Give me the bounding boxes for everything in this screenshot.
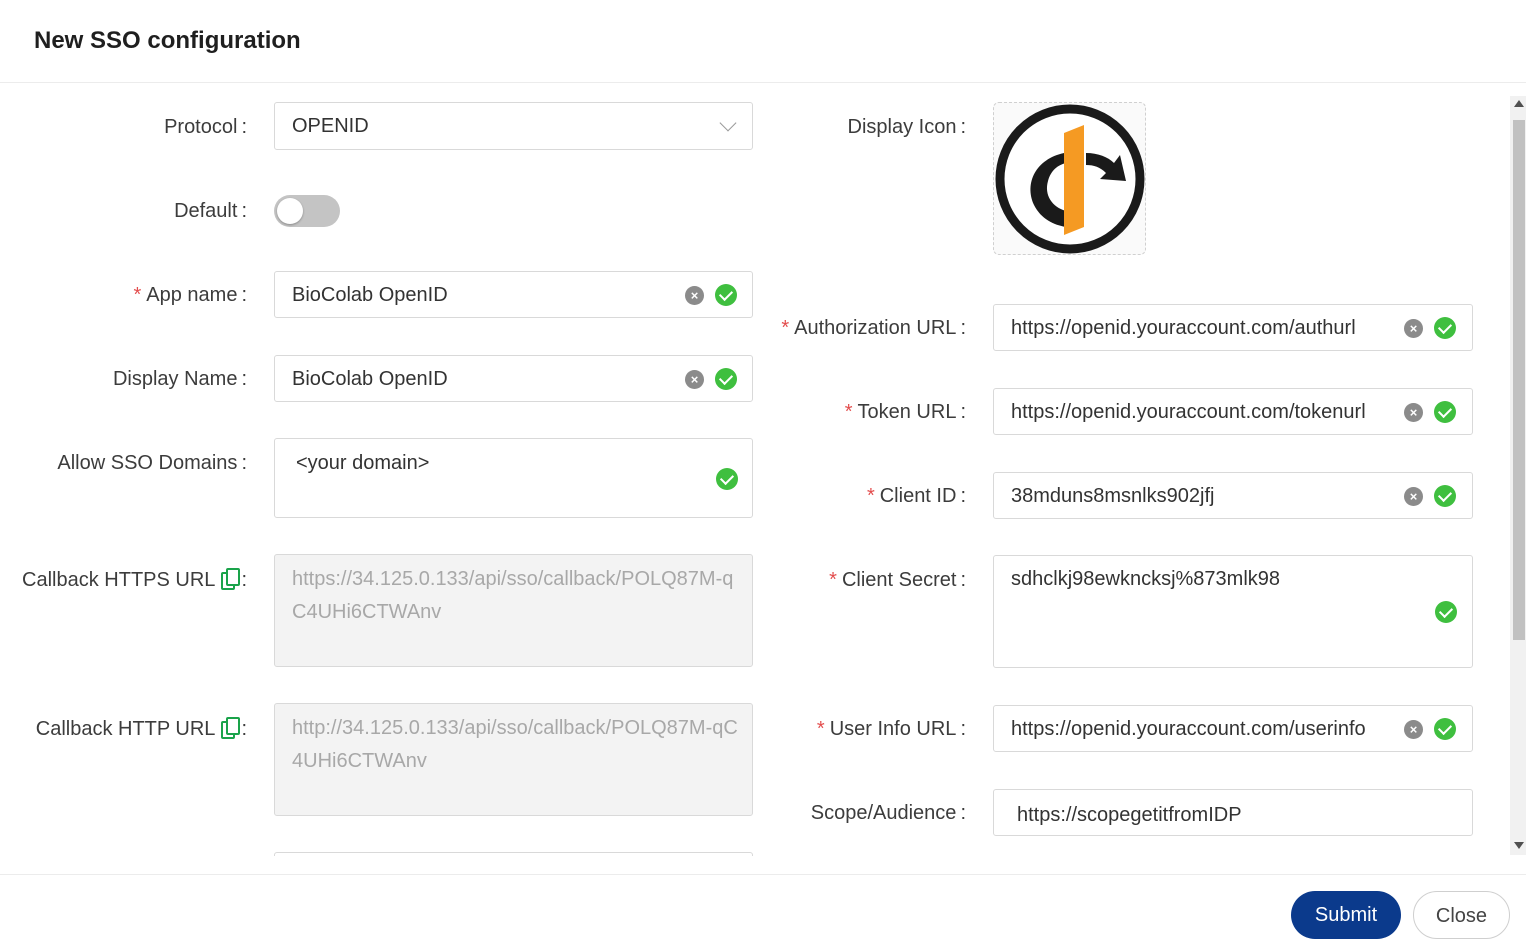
auth-url-label: * Authorization URL: <box>781 317 966 339</box>
check-icon <box>716 468 738 490</box>
callback-https-field: https://34.125.0.133/api/sso/callback/PO… <box>274 554 753 667</box>
check-icon <box>715 284 737 306</box>
check-icon <box>1435 601 1457 623</box>
callback-https-value: https://34.125.0.133/api/sso/callback/PO… <box>292 568 734 623</box>
scope-label: Scope/Audience: <box>810 802 966 824</box>
protocol-label: Protocol: <box>164 116 247 138</box>
allow-domains-textarea[interactable]: <your domain> <box>274 438 753 518</box>
client-secret-label: * Client Secret: <box>829 569 966 591</box>
vertical-scrollbar[interactable] <box>1510 96 1526 855</box>
display-icon-upload[interactable] <box>993 102 1146 255</box>
token-url-input[interactable]: https://openid.youraccount.com/tokenurl … <box>993 388 1473 435</box>
copy-icon[interactable] <box>221 717 241 739</box>
scope-input[interactable]: https://scopegetitfromIDP <box>993 789 1473 836</box>
app-name-value: BioColab OpenID <box>292 284 448 306</box>
allow-domains-value: <your domain> <box>296 452 430 474</box>
callback-http-value: http://34.125.0.133/api/sso/callback/POL… <box>292 717 738 772</box>
copy-icon[interactable] <box>221 568 241 590</box>
scroll-down-arrow-icon[interactable] <box>1514 842 1524 849</box>
check-icon <box>1434 401 1456 423</box>
auth-url-value: https://openid.youraccount.com/authurl <box>1011 317 1356 339</box>
scope-value: https://scopegetitfromIDP <box>1017 804 1242 826</box>
form-content: Protocol: OPENID Default: * App name: Bio… <box>0 84 1510 856</box>
scroll-thumb[interactable] <box>1513 120 1525 640</box>
dialog-header: New SSO configuration <box>0 0 1526 83</box>
clear-icon[interactable]: × <box>1404 403 1423 422</box>
user-info-url-value: https://openid.youraccount.com/userinfo <box>1011 718 1366 740</box>
allow-domains-label: Allow SSO Domains: <box>57 452 247 474</box>
chevron-down-icon <box>719 114 737 132</box>
clear-icon[interactable]: × <box>685 370 704 389</box>
scroll-up-arrow-icon[interactable] <box>1514 100 1524 107</box>
clear-icon[interactable]: × <box>1404 720 1423 739</box>
close-button[interactable]: Close <box>1413 891 1510 939</box>
user-info-url-input[interactable]: https://openid.youraccount.com/userinfo … <box>993 705 1473 752</box>
clear-icon[interactable]: × <box>1404 319 1423 338</box>
auth-url-input[interactable]: https://openid.youraccount.com/authurl × <box>993 304 1473 351</box>
callback-http-field: http://34.125.0.133/api/sso/callback/POL… <box>274 703 753 816</box>
dialog-title: New SSO configuration <box>34 27 301 54</box>
callback-https-label: Callback HTTPS URL: <box>22 568 247 591</box>
dialog-footer: Submit Close <box>0 874 1526 943</box>
check-icon <box>1434 718 1456 740</box>
check-icon <box>1434 317 1456 339</box>
protocol-value: OPENID <box>292 115 369 137</box>
token-url-label: * Token URL: <box>844 401 966 423</box>
submit-button[interactable]: Submit <box>1291 891 1401 939</box>
default-label: Default: <box>174 200 247 222</box>
callback-http-label: Callback HTTP URL: <box>35 717 247 740</box>
next-field-partial[interactable] <box>274 852 753 856</box>
app-name-label: * App name: <box>133 284 247 306</box>
toggle-knob <box>277 198 303 224</box>
client-id-value: 38mduns8msnlks902jfj <box>1011 485 1215 507</box>
client-secret-textarea[interactable]: sdhclkj98ewkncksj%873mlk98 <box>993 555 1473 668</box>
app-name-input[interactable]: BioColab OpenID × <box>274 271 753 318</box>
client-id-input[interactable]: 38mduns8msnlks902jfj × <box>993 472 1473 519</box>
clear-icon[interactable]: × <box>685 286 704 305</box>
openid-logo-icon <box>995 104 1145 254</box>
check-icon <box>1434 485 1456 507</box>
protocol-select[interactable]: OPENID <box>274 102 753 150</box>
display-name-input[interactable]: BioColab OpenID × <box>274 355 753 402</box>
display-name-value: BioColab OpenID <box>292 368 448 390</box>
display-name-label: Display Name: <box>112 368 247 390</box>
check-icon <box>715 368 737 390</box>
default-toggle[interactable] <box>274 195 340 227</box>
client-id-label: * Client ID: <box>866 485 966 507</box>
client-secret-value: sdhclkj98ewkncksj%873mlk98 <box>1011 568 1281 590</box>
display-icon-label: Display Icon: <box>847 116 967 138</box>
user-info-url-label: * User Info URL: <box>816 718 966 740</box>
token-url-value: https://openid.youraccount.com/tokenurl <box>1011 401 1366 423</box>
clear-icon[interactable]: × <box>1404 487 1423 506</box>
